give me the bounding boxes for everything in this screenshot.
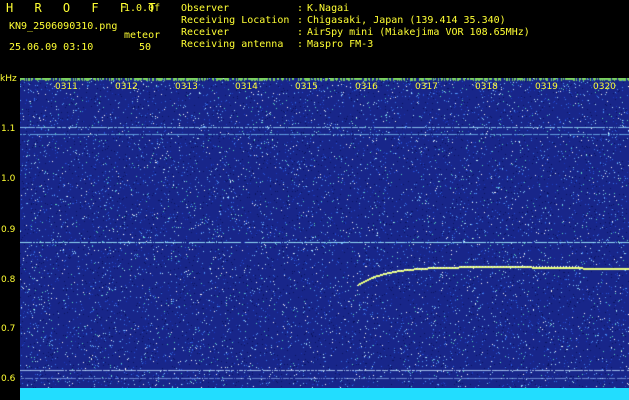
x-tick-label: 0315 <box>295 82 318 92</box>
x-tick-label: 0312 <box>115 82 138 92</box>
x-tick-label: 0314 <box>235 82 258 92</box>
y-axis-unit: kHz <box>0 74 17 84</box>
meteor-count: 50 <box>139 42 152 53</box>
antenna-colon: : <box>297 39 304 50</box>
spectrogram-plot <box>20 78 629 388</box>
location-value: Chigasaki, Japan (139.414 35.340) <box>307 15 506 26</box>
version-label: 1.0.0f <box>124 3 161 14</box>
y-tick-label: 0.9 <box>1 225 16 235</box>
x-tick-label: 0313 <box>175 82 198 92</box>
observer-label: Observer <box>181 3 230 14</box>
timestamp-label: 25.06.09 03:10 <box>9 42 94 53</box>
y-tick-label: 0.7 <box>1 324 16 334</box>
x-tick-label: 0311 <box>55 82 78 92</box>
x-tick-label: 0316 <box>355 82 378 92</box>
antenna-label: Receiving antenna <box>181 39 284 50</box>
y-tick-label: 0.8 <box>1 275 16 285</box>
filename-label: KN9_2506090310.png <box>9 21 118 32</box>
spectrogram-canvas <box>20 78 629 388</box>
receiver-value: AirSpy mini (Miakejima VOR 108.65MHz) <box>307 27 530 38</box>
location-label: Receiving Location <box>181 15 290 26</box>
y-tick-label: 0.6 <box>1 374 16 384</box>
receiver-colon: : <box>297 27 304 38</box>
meteor-label: meteor <box>124 30 161 41</box>
header-panel: H R O F F T 1.0.0f KN9_2506090310.png me… <box>0 0 629 78</box>
location-colon: : <box>297 15 304 26</box>
antenna-value: Maspro FM-3 <box>307 39 374 50</box>
receiver-label: Receiver <box>181 27 230 38</box>
y-tick-label: 1.0 <box>1 174 16 184</box>
y-tick-label: 1.1 <box>1 124 16 134</box>
x-tick-label: 0318 <box>475 82 498 92</box>
observer-value: K.Nagai <box>307 3 350 14</box>
x-tick-label: 0317 <box>415 82 438 92</box>
x-tick-label: 0319 <box>535 82 558 92</box>
x-tick-label: 0320 <box>593 82 616 92</box>
observer-colon: : <box>297 3 304 14</box>
bottom-intensity-bar <box>20 388 629 400</box>
y-axis: 1.1 1.0 0.9 0.8 0.7 0.6 <box>0 78 20 400</box>
